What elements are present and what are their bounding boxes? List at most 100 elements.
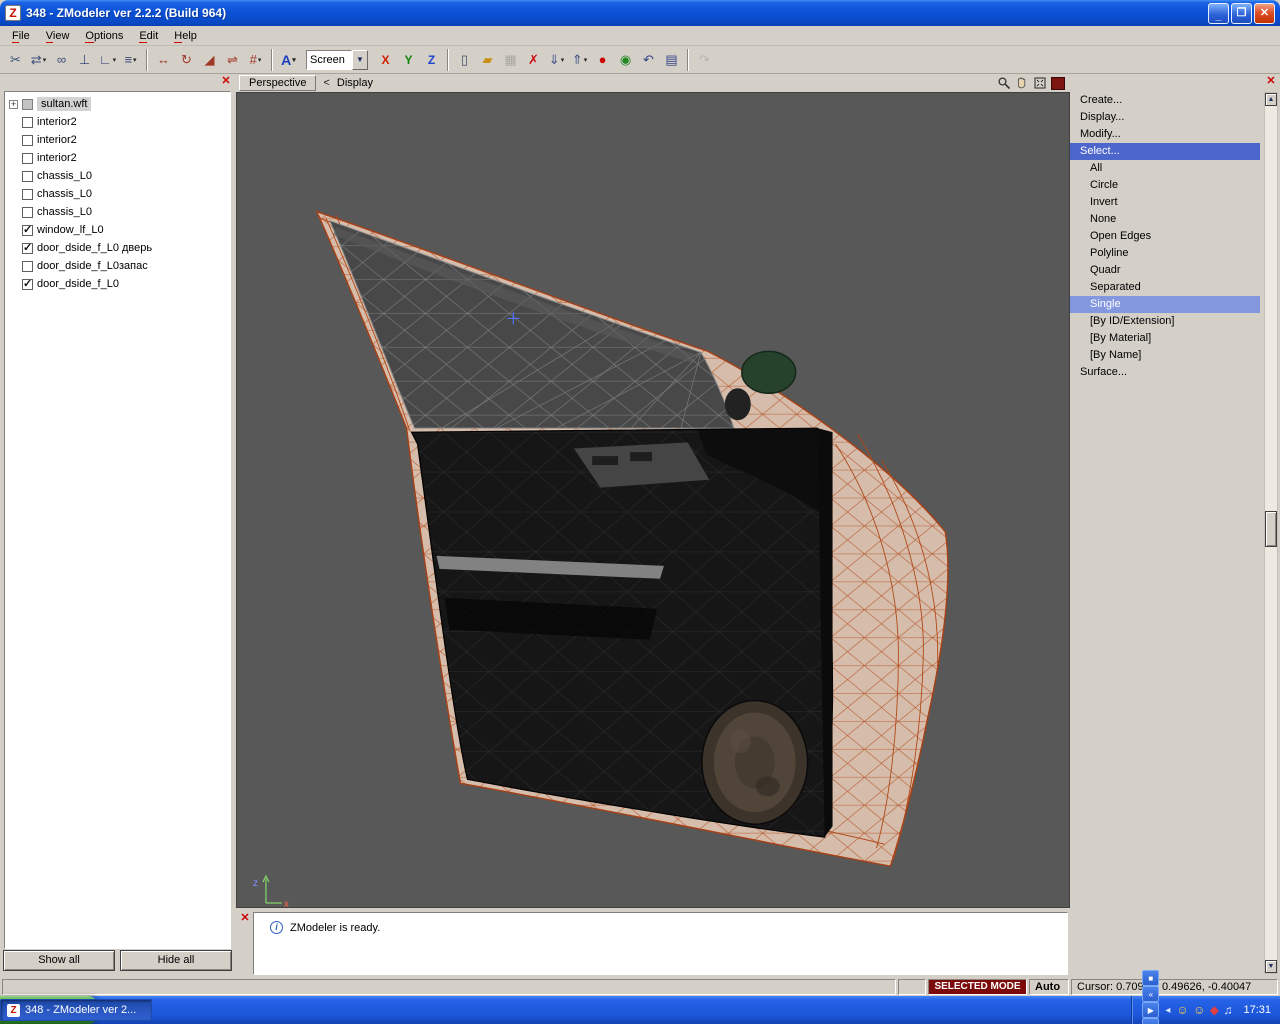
- visibility-checkbox[interactable]: [22, 279, 33, 290]
- agent-icon[interactable]: ☺: [1193, 1003, 1205, 1017]
- tree-item-label[interactable]: window_lf_L0: [37, 224, 104, 236]
- back-chevron-icon[interactable]: <: [323, 77, 329, 89]
- visibility-checkbox[interactable]: [22, 189, 33, 200]
- mirror-tool-icon[interactable]: ⇌: [221, 49, 244, 71]
- attach-tool-icon[interactable]: ∞: [50, 49, 73, 71]
- hide-all-button[interactable]: Hide all: [120, 950, 232, 971]
- hide-icons-chevron[interactable]: ◂: [1165, 1005, 1170, 1016]
- close-button[interactable]: ✕: [1254, 3, 1275, 24]
- tree-item[interactable]: interior2: [7, 131, 228, 149]
- menu-item-none[interactable]: None: [1070, 211, 1260, 228]
- visibility-checkbox[interactable]: [22, 243, 33, 254]
- menu-item-separated[interactable]: Separated: [1070, 279, 1260, 296]
- tree-item-label[interactable]: chassis_L0: [37, 170, 92, 182]
- snap-toggle-icon[interactable]: #: [244, 49, 267, 71]
- visibility-checkbox[interactable]: [22, 135, 33, 146]
- move-tool-icon[interactable]: ↔: [152, 49, 175, 71]
- tree-item-label[interactable]: door_dside_f_L0 дверь: [37, 242, 152, 254]
- previous-button[interactable]: «: [1142, 986, 1159, 1002]
- view-mode-button[interactable]: Perspective: [239, 75, 316, 91]
- menu-item[interactable]: Help: [166, 28, 205, 44]
- play-pause-button[interactable]: ▶: [1142, 1002, 1159, 1018]
- tree-item[interactable]: door_dside_f_L0запас: [7, 257, 228, 275]
- visibility-checkbox[interactable]: [22, 261, 33, 272]
- visibility-checkbox[interactable]: [22, 171, 33, 182]
- save-file-icon[interactable]: ▦: [499, 49, 522, 71]
- axes-tool-icon[interactable]: ⊥: [73, 49, 96, 71]
- restore-button[interactable]: ❐: [1231, 3, 1252, 24]
- undo-icon[interactable]: ↶: [637, 49, 660, 71]
- expand-icon[interactable]: [9, 100, 18, 109]
- menu-item-surface[interactable]: Surface...: [1070, 364, 1260, 381]
- tree-item-label[interactable]: interior2: [37, 116, 77, 128]
- cut-tool-icon[interactable]: ✂: [4, 49, 27, 71]
- scroll-down-icon[interactable]: ▼: [1265, 960, 1277, 973]
- import-icon[interactable]: ⇓: [545, 49, 568, 71]
- tree-item[interactable]: interior2: [7, 149, 228, 167]
- rotate-tool-icon[interactable]: ↻: [175, 49, 198, 71]
- tree-item[interactable]: door_dside_f_L0 дверь: [7, 239, 228, 257]
- tree-item[interactable]: chassis_L0: [7, 167, 228, 185]
- tree-item-label[interactable]: interior2: [37, 134, 77, 146]
- scroll-up-icon[interactable]: ▲: [1265, 93, 1277, 106]
- menu-item-single[interactable]: Single: [1070, 296, 1260, 313]
- task-zmodeler-window[interactable]: Z 348 - ZModeler ver 2...: [0, 999, 152, 1021]
- menu-item[interactable]: File: [4, 28, 38, 44]
- tree-item-label[interactable]: chassis_L0: [37, 206, 92, 218]
- menu-item-quadr[interactable]: Quadr: [1070, 262, 1260, 279]
- chevron-down-icon[interactable]: [352, 50, 368, 70]
- close-panel-icon[interactable]: ✕: [220, 76, 232, 88]
- close-commands-icon[interactable]: ✕: [1265, 76, 1277, 88]
- screen-selector[interactable]: Screen: [306, 50, 368, 70]
- flip-tool-icon[interactable]: ⇄: [27, 49, 50, 71]
- tree-item-label[interactable]: interior2: [37, 152, 77, 164]
- active-view-button[interactable]: [1051, 77, 1065, 90]
- material-editor-icon[interactable]: ◉: [614, 49, 637, 71]
- visibility-checkbox[interactable]: [22, 117, 33, 128]
- tree-item[interactable]: window_lf_L0: [7, 221, 228, 239]
- tree-item[interactable]: door_dside_f_L0: [7, 275, 228, 293]
- visibility-checkbox[interactable]: [22, 225, 33, 236]
- maximize-view-icon[interactable]: [1033, 76, 1047, 90]
- tree-root[interactable]: sultan.wft: [7, 95, 228, 113]
- menu-item-circle[interactable]: Circle: [1070, 177, 1260, 194]
- tree-item[interactable]: chassis_L0: [7, 203, 228, 221]
- auto-indicator[interactable]: Auto: [1029, 979, 1069, 995]
- axis-z-button[interactable]: Z: [420, 49, 443, 71]
- menu-item-all[interactable]: All: [1070, 160, 1260, 177]
- export-icon[interactable]: ⇑: [568, 49, 591, 71]
- menu-item-by-name[interactable]: [By Name]: [1070, 347, 1260, 364]
- scale-tool-icon[interactable]: ◢: [198, 49, 221, 71]
- menu-item-polyline[interactable]: Polyline: [1070, 245, 1260, 262]
- menu-item-create[interactable]: Create...: [1070, 92, 1260, 109]
- menu-item-modify[interactable]: Modify...: [1070, 126, 1260, 143]
- menu-item-by-material[interactable]: [By Material]: [1070, 330, 1260, 347]
- messenger-icon[interactable]: ☺: [1176, 1003, 1188, 1017]
- log-list-icon[interactable]: ▤: [660, 49, 683, 71]
- visibility-checkbox[interactable]: [22, 207, 33, 218]
- tree-item-label[interactable]: door_dside_f_L0: [37, 278, 119, 290]
- tree-item[interactable]: chassis_L0: [7, 185, 228, 203]
- tree-root-label[interactable]: sultan.wft: [37, 97, 91, 111]
- scrollbar-thumb[interactable]: [1265, 511, 1277, 547]
- stop-button[interactable]: ■: [1142, 970, 1159, 986]
- tree-item-label[interactable]: door_dside_f_L0запас: [37, 260, 148, 272]
- record-icon[interactable]: ●: [591, 49, 614, 71]
- menu-item[interactable]: Options: [77, 28, 131, 44]
- minimize-button[interactable]: _: [1208, 3, 1229, 24]
- menu-item-select[interactable]: Select...: [1070, 143, 1260, 160]
- axis-x-button[interactable]: X: [374, 49, 397, 71]
- close-log-icon[interactable]: ✕: [239, 913, 251, 925]
- font-color-button[interactable]: A: [277, 49, 300, 71]
- open-folder-icon[interactable]: ▰: [476, 49, 499, 71]
- scrollbar-track[interactable]: ▲ ▼: [1264, 92, 1278, 974]
- pan-hand-icon[interactable]: [1015, 76, 1029, 90]
- visibility-checkbox[interactable]: [22, 153, 33, 164]
- menu-item[interactable]: View: [38, 28, 78, 44]
- menu-item[interactable]: Edit: [131, 28, 166, 44]
- tool-options-icon[interactable]: ≡: [119, 49, 142, 71]
- axis-y-button[interactable]: Y: [397, 49, 420, 71]
- menu-item-invert[interactable]: Invert: [1070, 194, 1260, 211]
- redo-icon[interactable]: ↷: [693, 49, 716, 71]
- show-all-button[interactable]: Show all: [3, 950, 115, 971]
